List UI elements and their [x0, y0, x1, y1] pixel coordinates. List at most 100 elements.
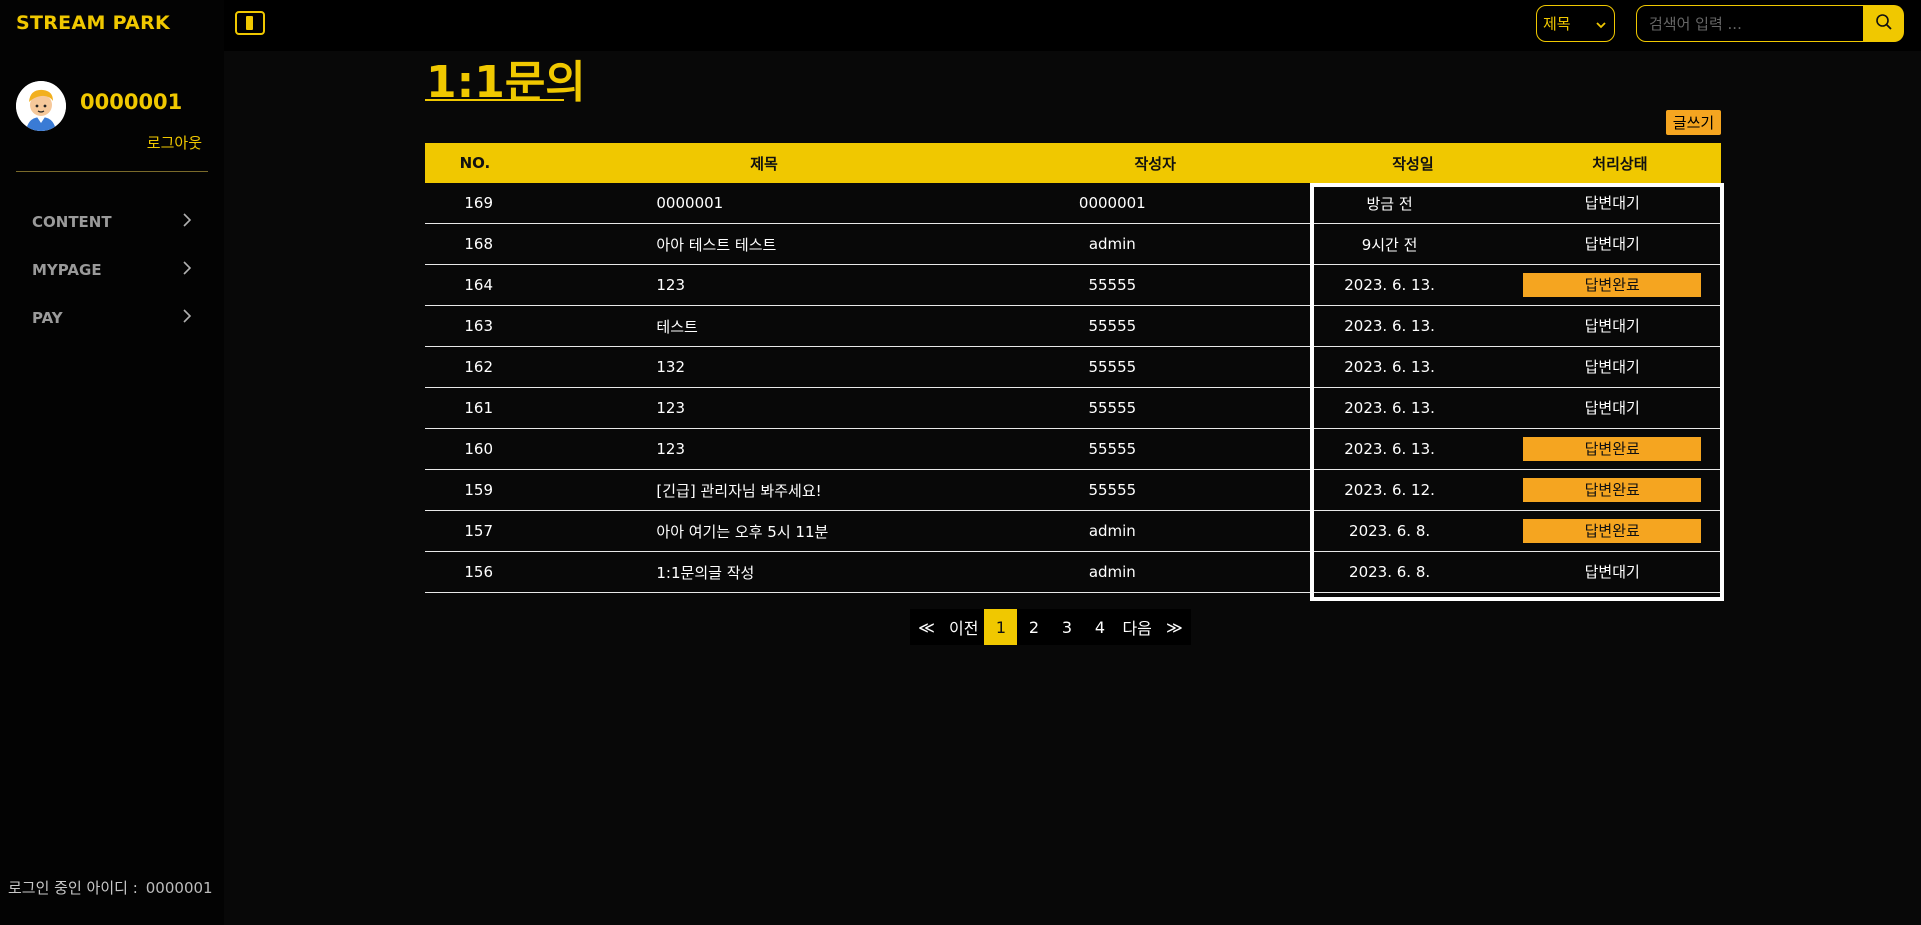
sidebar-item-label: MYPAGE — [32, 261, 102, 279]
row-title-link[interactable]: 123 — [532, 399, 949, 417]
chevron-right-icon — [182, 213, 192, 231]
sidebar-item-content[interactable]: CONTENT — [32, 198, 192, 246]
status-badge: 답변대기 — [1584, 399, 1640, 417]
row-no: 164 — [464, 276, 494, 294]
sidebar-item-label: CONTENT — [32, 213, 112, 231]
search-icon — [1875, 13, 1893, 35]
row-date: 2023. 6. 13. — [1344, 440, 1435, 458]
page-button-1[interactable]: 1 — [984, 609, 1018, 645]
row-status-cell: 답변완료 — [1503, 437, 1721, 461]
status-badge: 답변대기 — [1584, 317, 1640, 335]
row-author: admin — [1088, 235, 1136, 253]
page-button-3[interactable]: 3 — [1050, 609, 1083, 645]
search-field-select[interactable]: 제목 — [1536, 5, 1615, 42]
table-row[interactable]: 157 아아 여기는 오후 5시 11분 admin 2023. 6. 8. 답변완료 — [425, 511, 1721, 552]
login-id-label: 로그인 중인 아이디 : — [8, 879, 138, 897]
page-button-4[interactable]: 4 — [1083, 609, 1116, 645]
row-title-link[interactable]: 1:1문의글 작성 — [532, 562, 949, 583]
brand-logo[interactable]: STREAM PARK — [16, 12, 170, 34]
row-date: 2023. 6. 12. — [1344, 481, 1435, 499]
row-title-link[interactable]: 아아 여기는 오후 5시 11분 — [532, 521, 949, 542]
sidebar-nav: CONTENT MYPAGE PAY — [32, 198, 192, 342]
row-author: admin — [1088, 522, 1136, 540]
sidebar-item-label: PAY — [32, 309, 63, 327]
row-title-link[interactable]: 132 — [532, 358, 949, 376]
status-badge: 답변완료 — [1523, 273, 1702, 297]
page-button-2[interactable]: 2 — [1017, 609, 1050, 645]
table-row[interactable]: 159 [긴급] 관리자님 봐주세요! 55555 2023. 6. 12. 답변완료 — [425, 470, 1721, 511]
search-button[interactable] — [1864, 5, 1904, 42]
table-row[interactable]: 168 아아 테스트 테스트 admin 9시간 전 답변대기 — [425, 224, 1721, 265]
row-author: 55555 — [1088, 276, 1137, 294]
row-date: 2023. 6. 8. — [1349, 522, 1431, 540]
row-title-link[interactable]: [긴급] 관리자님 봐주세요! — [532, 480, 949, 501]
sidebar-toggle-button[interactable] — [235, 11, 265, 35]
table-row[interactable]: 164 123 55555 2023. 6. 13. 답변완료 — [425, 265, 1721, 306]
row-status-cell: 답변완료 — [1503, 273, 1721, 297]
row-no: 157 — [464, 522, 494, 540]
title-underline — [425, 99, 564, 101]
status-badge: 답변대기 — [1584, 563, 1640, 581]
row-no: 163 — [464, 317, 494, 335]
pagination: ≪ 이전 1 2 3 4 다음 ≫ — [910, 609, 1191, 645]
next-page-button[interactable]: 다음 — [1116, 609, 1157, 645]
login-id-value: 0000001 — [145, 879, 213, 897]
row-status-cell: 답변대기 — [1503, 396, 1721, 420]
inquiry-table-body: 169 0000001 0000001 방금 전 답변대기 168 아아 테스트 테스트 ad… — [425, 183, 1721, 593]
row-title-link[interactable]: 아아 테스트 테스트 — [532, 234, 949, 255]
username: 0000001 — [80, 90, 183, 114]
row-date: 2023. 6. 13. — [1344, 276, 1435, 294]
sidebar: STREAM PARK 0000001 로그아웃 CONTENT MYPAGE — [0, 0, 224, 925]
row-date: 2023. 6. 13. — [1344, 358, 1435, 376]
sidebar-item-mypage[interactable]: MYPAGE — [32, 246, 192, 294]
table-row[interactable]: 161 123 55555 2023. 6. 13. 답변대기 — [425, 388, 1721, 429]
row-status-cell: 답변대기 — [1503, 314, 1721, 338]
sidebar-item-pay[interactable]: PAY — [32, 294, 192, 342]
row-date: 2023. 6. 13. — [1344, 399, 1435, 417]
row-no: 156 — [464, 563, 494, 581]
header-title: 제목 — [750, 154, 778, 173]
status-badge: 답변완료 — [1523, 437, 1702, 461]
row-title-link[interactable]: 123 — [532, 276, 949, 294]
write-button[interactable]: 글쓰기 — [1666, 110, 1721, 135]
row-author: 55555 — [1088, 440, 1137, 458]
last-page-button[interactable]: ≫ — [1158, 609, 1191, 645]
row-date: 2023. 6. 13. — [1344, 317, 1435, 335]
logout-link[interactable]: 로그아웃 — [147, 132, 202, 153]
row-no: 159 — [464, 481, 494, 499]
row-status-cell: 답변완료 — [1503, 519, 1721, 543]
first-page-button[interactable]: ≪ — [910, 609, 943, 645]
search-input[interactable] — [1636, 5, 1864, 42]
row-title-link[interactable]: 테스트 — [532, 316, 949, 337]
status-badge: 답변완료 — [1523, 478, 1702, 502]
row-author: 55555 — [1088, 358, 1137, 376]
prev-page-button[interactable]: 이전 — [943, 609, 984, 645]
row-author: admin — [1088, 563, 1136, 581]
row-date: 2023. 6. 8. — [1349, 563, 1431, 581]
table-row[interactable]: 163 테스트 55555 2023. 6. 13. 답변대기 — [425, 306, 1721, 347]
header-status: 처리상태 — [1592, 154, 1648, 173]
row-status-cell: 답변대기 — [1503, 355, 1721, 379]
table-row[interactable]: 162 132 55555 2023. 6. 13. 답변대기 — [425, 347, 1721, 388]
row-author: 55555 — [1088, 481, 1137, 499]
header-no: NO. — [459, 154, 491, 172]
row-status-cell: 답변완료 — [1503, 478, 1721, 502]
status-badge: 답변대기 — [1584, 358, 1640, 376]
table-row[interactable]: 160 123 55555 2023. 6. 13. 답변완료 — [425, 429, 1721, 470]
row-author: 55555 — [1088, 399, 1137, 417]
row-title-link[interactable]: 0000001 — [532, 194, 949, 212]
avatar — [16, 81, 66, 131]
row-title-link[interactable]: 123 — [532, 440, 949, 458]
status-badge: 답변완료 — [1523, 519, 1702, 543]
row-no: 169 — [464, 194, 494, 212]
row-date: 방금 전 — [1366, 194, 1413, 213]
header-date: 작성일 — [1392, 154, 1434, 173]
row-status-cell: 답변대기 — [1503, 560, 1721, 584]
row-no: 162 — [464, 358, 494, 376]
row-author: 0000001 — [1078, 194, 1146, 212]
table-row[interactable]: 156 1:1문의글 작성 admin 2023. 6. 8. 답변대기 — [425, 552, 1721, 593]
row-no: 161 — [464, 399, 494, 417]
chevron-down-icon — [1596, 15, 1606, 33]
header-author: 작성자 — [1134, 154, 1176, 173]
table-row[interactable]: 169 0000001 0000001 방금 전 답변대기 — [425, 183, 1721, 224]
